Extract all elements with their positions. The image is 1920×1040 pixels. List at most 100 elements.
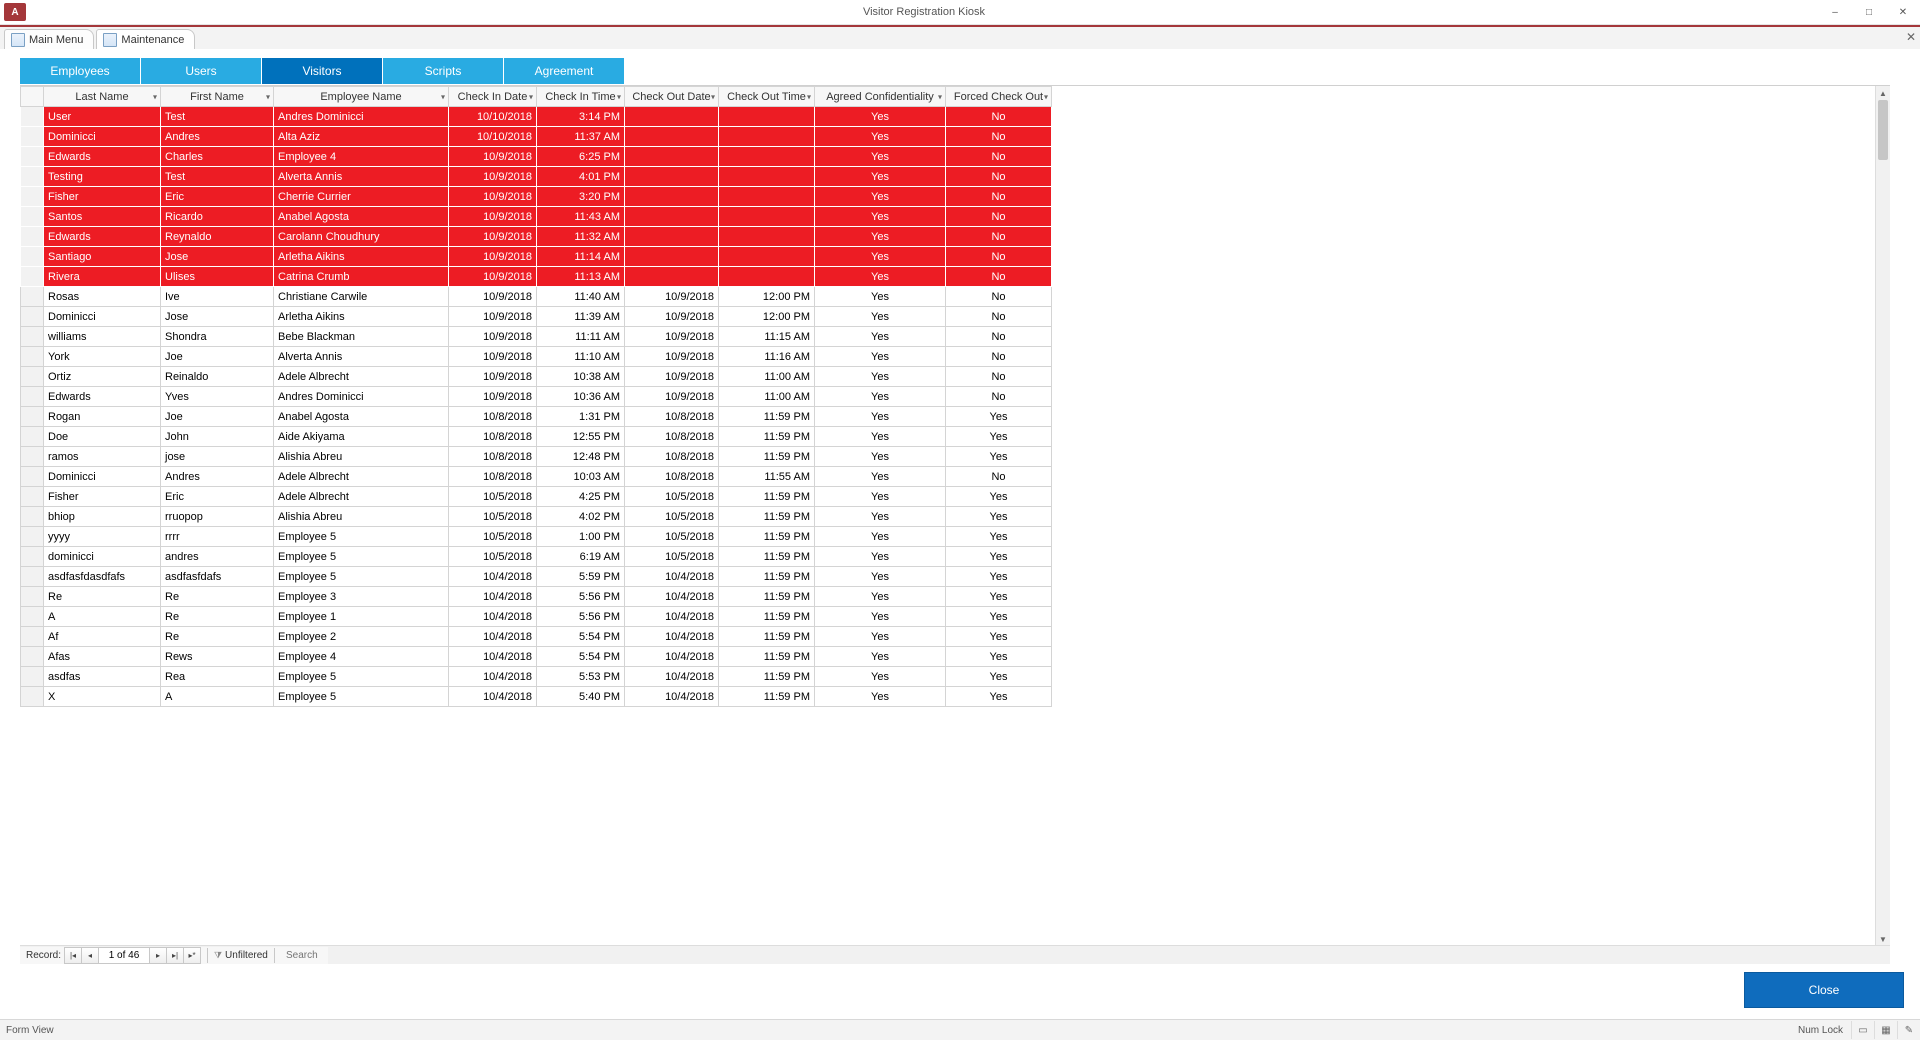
cell[interactable]: 10/5/2018	[625, 507, 719, 527]
table-row[interactable]: ramosjoseAlishia Abreu10/8/201812:48 PM1…	[21, 447, 1052, 467]
cell[interactable]	[625, 127, 719, 147]
col-last-name[interactable]: Last Name▾	[44, 87, 161, 107]
cell[interactable]	[625, 147, 719, 167]
cell[interactable]: rrrr	[161, 527, 274, 547]
cell[interactable]: Test	[161, 107, 274, 127]
cell[interactable]: 11:59 PM	[719, 687, 815, 707]
cell[interactable]: Employee 2	[274, 627, 449, 647]
cell[interactable]: 11:40 AM	[537, 287, 625, 307]
cell[interactable]: 10/4/2018	[625, 587, 719, 607]
cell[interactable]: No	[946, 267, 1052, 287]
cell[interactable]: 10/9/2018	[449, 187, 537, 207]
cell[interactable]: 10/10/2018	[449, 127, 537, 147]
cell[interactable]: 11:59 PM	[719, 567, 815, 587]
cell[interactable]	[625, 187, 719, 207]
cell[interactable]: Dominicci	[44, 127, 161, 147]
table-row[interactable]: asdfasfdasdfafsasdfasfdafsEmployee 510/4…	[21, 567, 1052, 587]
cell[interactable]: Joe	[161, 407, 274, 427]
row-selector[interactable]	[21, 667, 44, 687]
cell[interactable]: Alta Aziz	[274, 127, 449, 147]
cell[interactable]	[625, 247, 719, 267]
cell[interactable]: 4:01 PM	[537, 167, 625, 187]
row-selector[interactable]	[21, 487, 44, 507]
table-row[interactable]: DominicciAndresAdele Albrecht10/8/201810…	[21, 467, 1052, 487]
doc-tab-main-menu[interactable]: Main Menu	[4, 29, 94, 49]
cell[interactable]: 11:59 PM	[719, 547, 815, 567]
table-row[interactable]: SantosRicardoAnabel Agosta10/9/201811:43…	[21, 207, 1052, 227]
table-row[interactable]: DominicciJoseArletha Aikins10/9/201811:3…	[21, 307, 1052, 327]
cell[interactable]: 10/4/2018	[449, 607, 537, 627]
cell[interactable]: 4:25 PM	[537, 487, 625, 507]
table-row[interactable]: DominicciAndresAlta Aziz10/10/201811:37 …	[21, 127, 1052, 147]
cell[interactable]: 11:59 PM	[719, 667, 815, 687]
table-row[interactable]: ReReEmployee 310/4/20185:56 PM10/4/20181…	[21, 587, 1052, 607]
cell[interactable]: Adele Albrecht	[274, 487, 449, 507]
filter-indicator[interactable]: ⧩ Unfiltered	[207, 948, 275, 963]
cell[interactable]: Yes	[815, 527, 946, 547]
cell[interactable]: 10/4/2018	[625, 667, 719, 687]
cell[interactable]	[719, 167, 815, 187]
cell[interactable]: 10/8/2018	[449, 427, 537, 447]
cell[interactable]: jose	[161, 447, 274, 467]
cell[interactable]: Yes	[815, 367, 946, 387]
cell[interactable]: asdfas	[44, 667, 161, 687]
cell[interactable]: Yes	[815, 127, 946, 147]
cell[interactable]: 10/5/2018	[449, 487, 537, 507]
cell[interactable]: Yes	[815, 107, 946, 127]
cell[interactable]: 10/8/2018	[625, 407, 719, 427]
cell[interactable]: bhiop	[44, 507, 161, 527]
cell[interactable]: John	[161, 427, 274, 447]
cell[interactable]: 10/4/2018	[625, 647, 719, 667]
cell[interactable]: 4:02 PM	[537, 507, 625, 527]
dropdown-icon[interactable]: ▾	[529, 92, 533, 101]
cell[interactable]: 10/5/2018	[449, 547, 537, 567]
cell[interactable]: 10/4/2018	[449, 667, 537, 687]
table-row[interactable]: RiveraUlisesCatrina Crumb10/9/201811:13 …	[21, 267, 1052, 287]
col-forced[interactable]: Forced Check Out▾	[946, 87, 1052, 107]
cell[interactable]: Shondra	[161, 327, 274, 347]
cell[interactable]	[625, 107, 719, 127]
cell[interactable]: 11:32 AM	[537, 227, 625, 247]
cell[interactable]	[625, 267, 719, 287]
cell[interactable]: Yes	[946, 687, 1052, 707]
cell[interactable]: User	[44, 107, 161, 127]
cell[interactable]	[625, 227, 719, 247]
row-selector[interactable]	[21, 407, 44, 427]
cell[interactable]: Employee 4	[274, 647, 449, 667]
cell[interactable]: 10/8/2018	[625, 467, 719, 487]
cell[interactable]: 11:59 PM	[719, 647, 815, 667]
cell[interactable]: Anabel Agosta	[274, 207, 449, 227]
cell[interactable]: 10/4/2018	[625, 567, 719, 587]
cell[interactable]: Re	[161, 627, 274, 647]
cell[interactable]: 10/4/2018	[449, 587, 537, 607]
cell[interactable]: Yes	[815, 147, 946, 167]
dropdown-icon[interactable]: ▾	[1044, 92, 1048, 101]
cell[interactable]: Reinaldo	[161, 367, 274, 387]
cell[interactable]: 10/9/2018	[449, 327, 537, 347]
cell[interactable]: 3:20 PM	[537, 187, 625, 207]
cell[interactable]: Yes	[815, 667, 946, 687]
row-selector[interactable]	[21, 467, 44, 487]
cell[interactable]: Jose	[161, 307, 274, 327]
vertical-scrollbar[interactable]: ▲ ▼	[1875, 86, 1890, 946]
cell[interactable]: Dominicci	[44, 307, 161, 327]
cell[interactable]: Yes	[815, 627, 946, 647]
nav-prev-button[interactable]: ◂	[81, 947, 99, 964]
cell[interactable]: 10/8/2018	[625, 427, 719, 447]
row-selector[interactable]	[21, 207, 44, 227]
cell[interactable]: Yes	[815, 567, 946, 587]
row-selector[interactable]	[21, 347, 44, 367]
cell[interactable]: 10/9/2018	[449, 207, 537, 227]
cell[interactable]: Charles	[161, 147, 274, 167]
cell[interactable]: 11:14 AM	[537, 247, 625, 267]
dropdown-icon[interactable]: ▾	[441, 92, 445, 101]
cell[interactable]: Yes	[815, 447, 946, 467]
cell[interactable]: Yes	[815, 327, 946, 347]
cell[interactable]: Arletha Aikins	[274, 247, 449, 267]
table-row[interactable]: TestingTestAlverta Annis10/9/20184:01 PM…	[21, 167, 1052, 187]
record-search-input[interactable]	[274, 948, 328, 963]
subtab-visitors[interactable]: Visitors	[262, 58, 383, 84]
cell[interactable]: 10/9/2018	[625, 347, 719, 367]
cell[interactable]: 11:59 PM	[719, 407, 815, 427]
cell[interactable]: 10/5/2018	[625, 487, 719, 507]
